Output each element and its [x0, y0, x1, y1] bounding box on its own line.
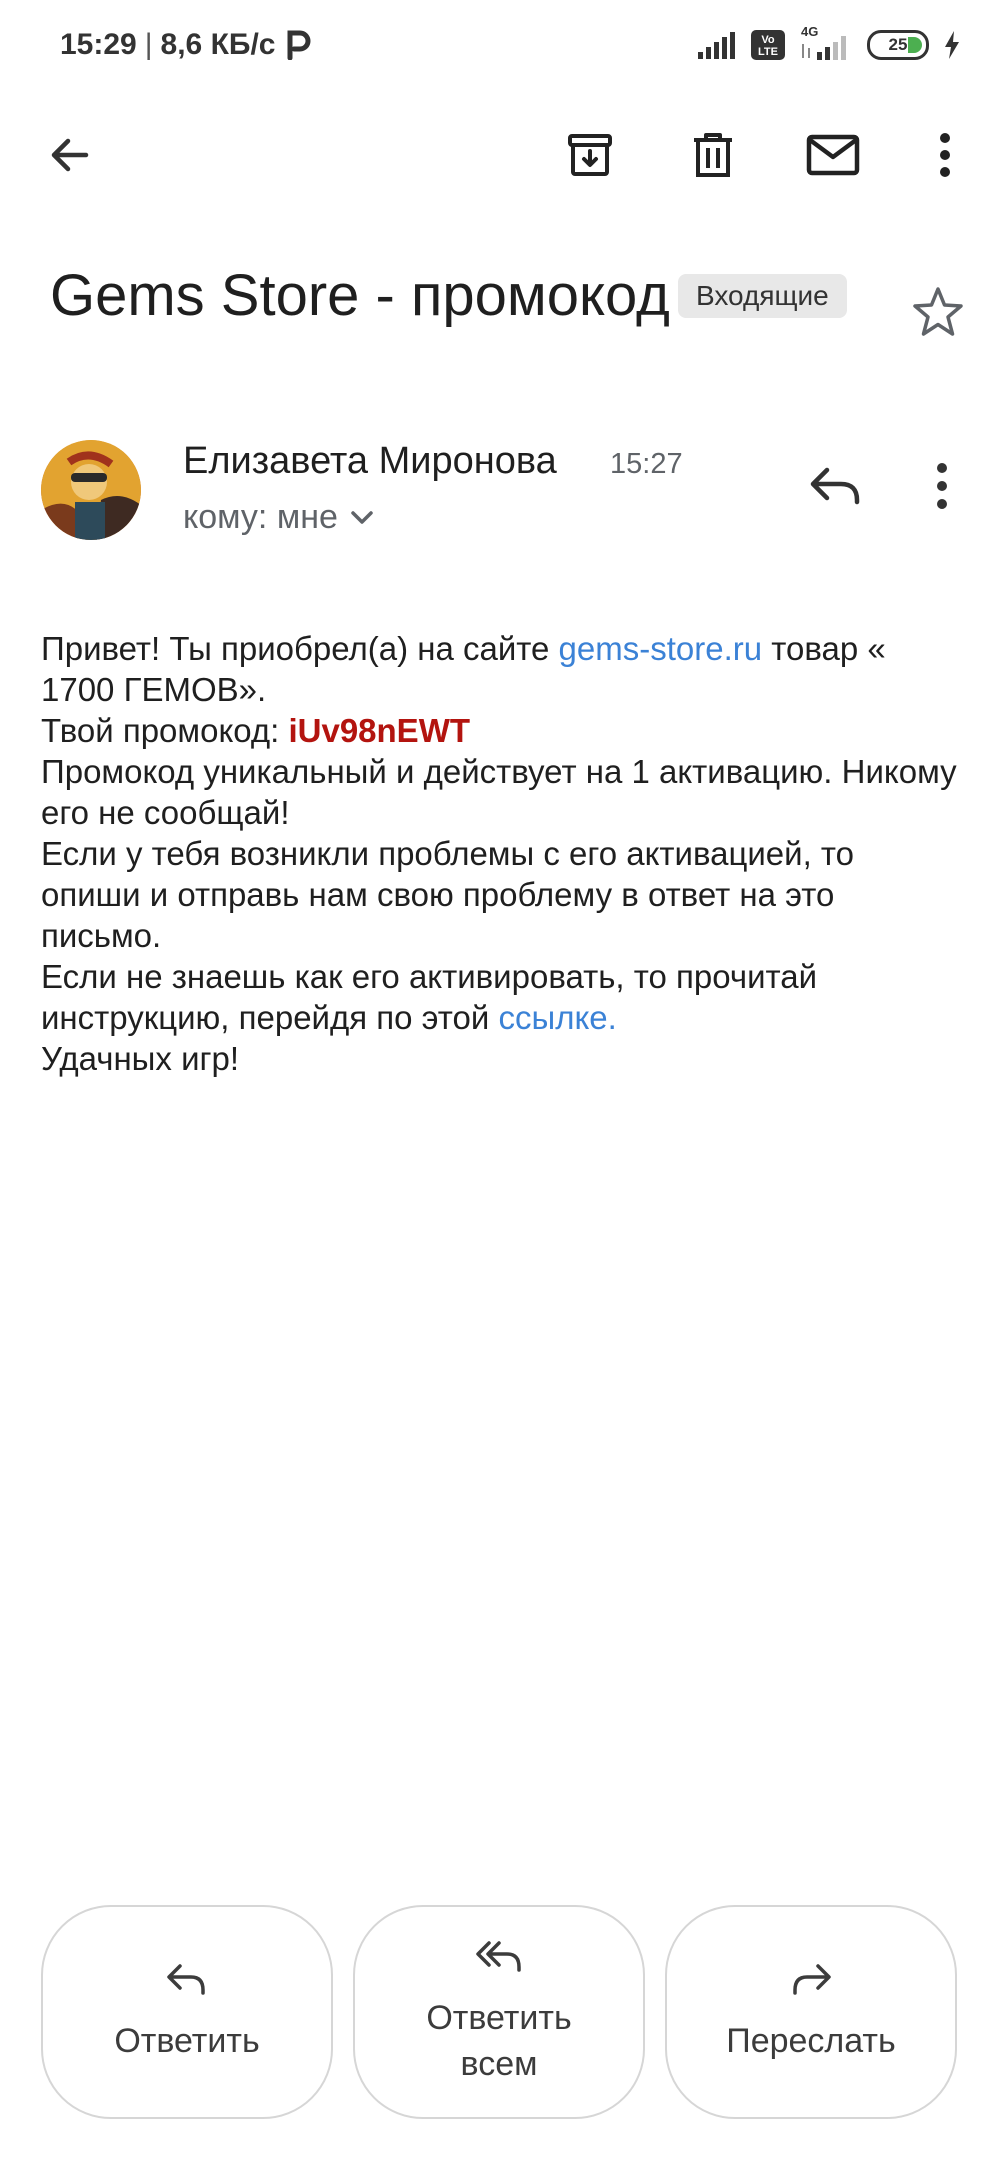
- email-toolbar: [0, 110, 997, 200]
- promo-code: iUv98nEWT: [288, 712, 471, 749]
- sender-row: Елизавета Миронова 15:27 кому: мне: [0, 436, 997, 546]
- star-icon[interactable]: [910, 284, 966, 340]
- reply-label: Ответить: [114, 2022, 260, 2060]
- back-button[interactable]: [40, 125, 100, 185]
- sender-name: Елизавета Миронова: [183, 440, 557, 482]
- forward-label: Переслать: [726, 2022, 896, 2060]
- body-paragraph-1: Привет! Ты приобрел(а) на сайте gems-sto…: [41, 630, 886, 708]
- mail-icon: [806, 134, 860, 176]
- battery-level: 25: [888, 35, 908, 54]
- gems-store-link[interactable]: gems-store.ru: [559, 630, 763, 667]
- recipient-details-toggle[interactable]: кому: мне: [183, 498, 374, 537]
- body-paragraph-6: Удачных игр!: [41, 1040, 240, 1077]
- status-network-speed: 8,6 КБ/с: [160, 28, 276, 61]
- more-options-button[interactable]: [915, 125, 975, 185]
- recipient-label: кому: мне: [183, 498, 338, 536]
- status-left: 15:29 | 8,6 КБ/с: [60, 28, 311, 62]
- delete-button[interactable]: [683, 125, 743, 185]
- instruction-link[interactable]: ссылке.: [498, 999, 616, 1036]
- reply-icon: [167, 1964, 205, 1995]
- email-subject: Gems Store - промокод: [50, 263, 670, 328]
- archive-button[interactable]: [560, 125, 620, 185]
- forward-button[interactable]: Переслать: [665, 1905, 957, 2119]
- chevron-down-icon: [351, 510, 373, 524]
- message-more-icon[interactable]: [915, 456, 969, 516]
- email-body: Привет! Ты приобрел(а) на сайте gems-sto…: [41, 628, 961, 1079]
- more-vert-icon: [940, 133, 950, 177]
- notification-p-icon: [287, 30, 311, 60]
- reply-icon[interactable]: [805, 456, 865, 516]
- mark-unread-button[interactable]: [803, 125, 863, 185]
- status-time: 15:29: [60, 28, 137, 61]
- body-paragraph-promo: Твой промокод: iUv98nEWT: [41, 712, 471, 749]
- network-type-label: 4G: [801, 24, 819, 39]
- inbox-label-chip[interactable]: Входящие: [678, 274, 847, 318]
- body-paragraph-5: Если не знаешь как его активировать, то …: [41, 958, 818, 1036]
- reply-all-label: Ответить всем: [426, 1999, 572, 2083]
- reply-all-button[interactable]: Ответить всем: [353, 1905, 645, 2119]
- reply-all-icon: [476, 1941, 521, 1972]
- arrow-back-icon: [51, 138, 89, 172]
- body-paragraph-4: Если у тебя возникли проблемы с его акти…: [41, 835, 855, 954]
- volte-icon: Vo LTE: [751, 30, 785, 60]
- avatar[interactable]: [41, 440, 141, 540]
- subject-row: Gems Store - промокод Входящие: [50, 262, 970, 342]
- status-separator: |: [144, 28, 153, 61]
- signal-icon: [698, 32, 735, 59]
- bottom-actions: Ответить Ответить всем Переслать: [0, 1905, 997, 2119]
- reply-button[interactable]: Ответить: [41, 1905, 333, 2119]
- body-paragraph-3: Промокод уникальный и действует на 1 акт…: [41, 753, 957, 831]
- status-bar: 15:29 | 8,6 КБ/с Vo LTE 4G 25: [0, 0, 997, 92]
- email-time: 15:27: [610, 448, 683, 480]
- forward-icon: [793, 1964, 831, 1995]
- avatar-image: [41, 440, 141, 540]
- charging-icon: [945, 31, 959, 59]
- battery-icon: 25: [867, 30, 929, 60]
- network-4g-icon: 4G: [799, 24, 853, 62]
- status-right: Vo LTE 4G 25: [697, 24, 961, 62]
- trash-icon: [694, 133, 732, 177]
- archive-icon: [568, 134, 612, 176]
